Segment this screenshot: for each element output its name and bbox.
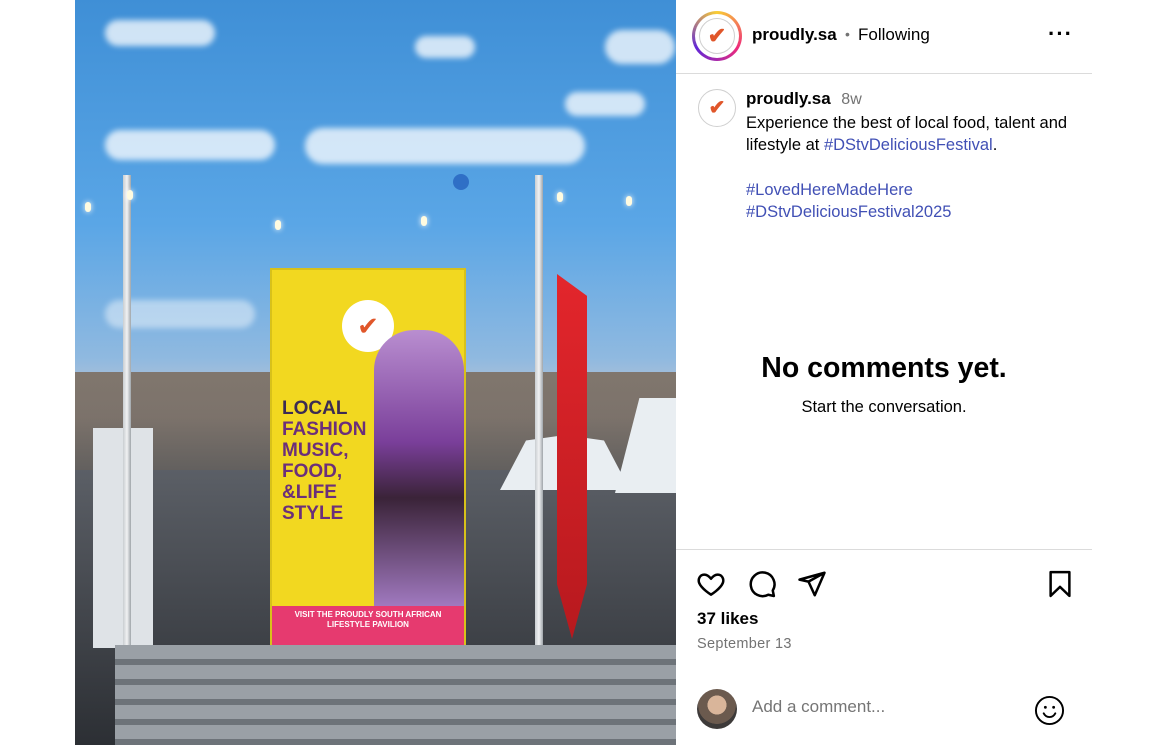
banner-line: &LIFE (282, 482, 337, 503)
proudly-sa-logo-icon: ✔ (699, 18, 735, 54)
follow-status[interactable]: Following (858, 25, 930, 45)
string-light-bulb (275, 220, 281, 230)
banner-line: STYLE (282, 503, 344, 524)
post-age[interactable]: 8w (841, 91, 861, 108)
caption-avatar[interactable]: ✔ (698, 89, 736, 127)
separator-dot: • (845, 26, 850, 42)
cloud (105, 130, 275, 160)
smiley-icon[interactable] (1034, 695, 1065, 726)
likes-count[interactable]: 37 likes (697, 609, 758, 629)
no-comments-title: No comments yet. (761, 352, 1007, 384)
caption-username[interactable]: proudly.sa (746, 89, 831, 108)
checkmark-icon: ✔ (708, 97, 726, 119)
string-light-bulb (626, 196, 632, 206)
caption-body: Experience the best of local food, talen… (746, 112, 1076, 157)
no-comments-subtitle: Start the conversation. (801, 398, 967, 416)
banner-headline: LOCAL FASHION MUSIC, FOOD, &LIFE STYLE (282, 398, 392, 524)
string-light-bulb (421, 216, 427, 226)
hashtag-link[interactable]: #DStvDeliciousFestival2025 (746, 201, 1076, 224)
cloud (305, 128, 585, 164)
banner-line: LOCAL (282, 398, 348, 419)
author-avatar[interactable]: ✔ (692, 11, 742, 61)
cloud (605, 30, 675, 64)
hashtag-link[interactable]: #DStvDeliciousFestival (824, 136, 993, 154)
more-horizontal-icon[interactable]: ··· (1048, 21, 1073, 47)
post-photo[interactable]: ✔ LOCAL FASHION MUSIC, FOOD, &LIFE STYLE… (75, 0, 676, 745)
paper-plane-icon[interactable] (797, 569, 827, 599)
caption-text-end: . (992, 136, 998, 154)
cloud (105, 20, 215, 46)
red-flag (557, 274, 587, 639)
string-light-bulb (127, 190, 133, 200)
current-user-avatar (697, 689, 737, 729)
cloud (565, 92, 645, 116)
divider (676, 549, 1092, 550)
banner-line: FOOD, (282, 461, 343, 482)
post-date: September 13 (697, 636, 792, 652)
avatar-inner: ✔ (695, 14, 739, 58)
festival-banner: ✔ LOCAL FASHION MUSIC, FOOD, &LIFE STYLE… (270, 268, 466, 650)
string-light-bulb (85, 202, 91, 212)
heart-icon[interactable] (696, 569, 726, 599)
post-caption: proudly.sa 8w Experience the best of loc… (746, 88, 1076, 224)
hashtag-link[interactable]: #LovedHereMadeHere (746, 179, 1076, 202)
metal-barrier (115, 645, 676, 745)
author-username[interactable]: proudly.sa (752, 25, 837, 45)
post-header: ✔ proudly.sa • Following ··· (676, 0, 1092, 74)
comment-bubble-icon[interactable] (747, 569, 777, 599)
checkmark-icon: ✔ (707, 23, 727, 48)
bookmark-icon[interactable] (1045, 569, 1075, 599)
banner-line: FASHION (282, 419, 367, 440)
light-pole (123, 175, 131, 655)
banner-bottom-text: VISIT THE PROUDLY SOUTH AFRICAN LIFESTYL… (272, 606, 464, 648)
banner-line: MUSIC, (282, 440, 349, 461)
string-light-bulb (557, 192, 563, 202)
add-comment-input[interactable] (752, 697, 1002, 717)
balloon (453, 174, 469, 190)
post-side-panel: ✔ proudly.sa • Following ··· ✔ proudly.s… (676, 0, 1092, 745)
cloud (415, 36, 475, 58)
